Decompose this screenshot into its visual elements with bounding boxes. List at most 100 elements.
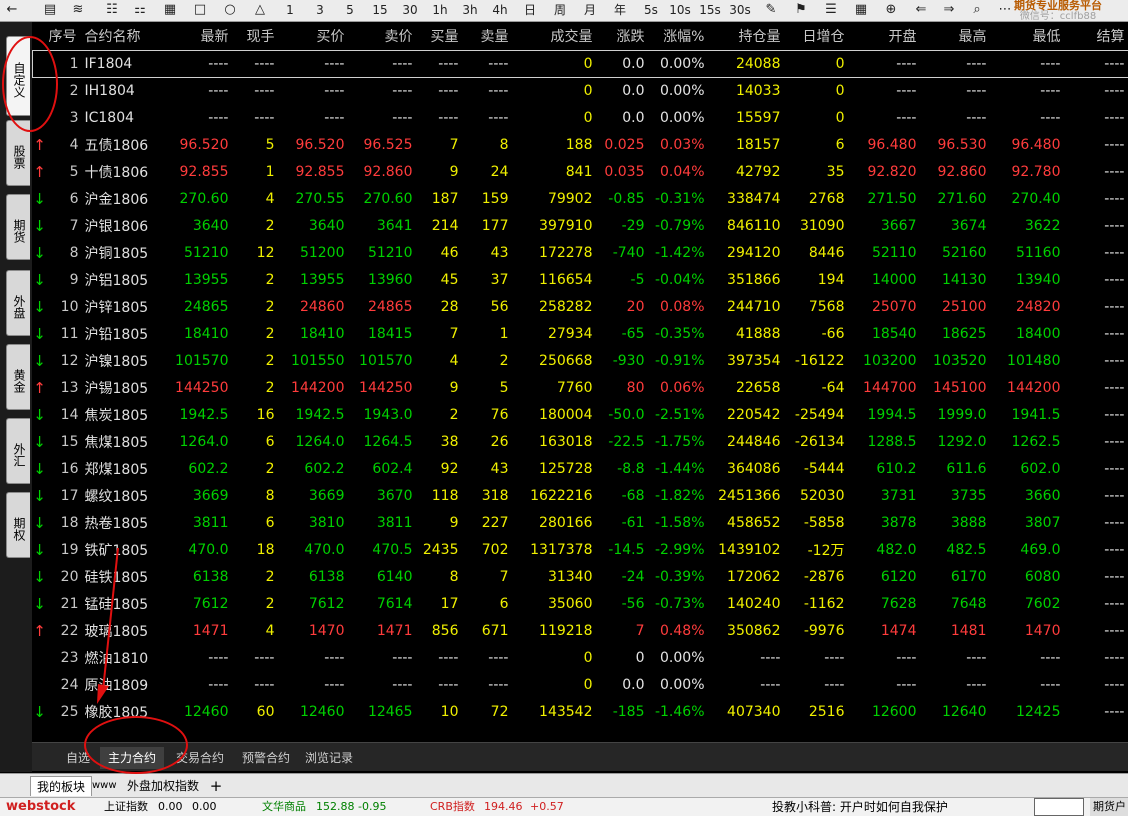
- board-tab-my[interactable]: 我的板块: [30, 776, 92, 796]
- table-row[interactable]: ↓ 14 焦炭1805 1942.5 16 1942.5 1943.0 2 76 180004 -5…: [33, 401, 1128, 428]
- subtab-3[interactable]: 预警合约: [236, 747, 296, 769]
- header-settle[interactable]: 结算: [1065, 22, 1128, 50]
- header-last[interactable]: 最新: [173, 22, 233, 50]
- table-row[interactable]: ↓ 10 沪锌1805 24865 2 24860 24865 28 56 258282 20 0.0…: [33, 293, 1128, 320]
- back-icon[interactable]: ←: [4, 0, 20, 21]
- cell-low: 24820: [1015, 298, 1061, 315]
- notice-link[interactable]: 投教小科普: 开户时如何自我保护: [772, 798, 948, 816]
- period-week[interactable]: 周: [550, 0, 570, 21]
- cell-open: 271.50: [867, 190, 917, 207]
- side-tab-0[interactable]: 自定义: [6, 36, 30, 116]
- period-10s[interactable]: 10s: [668, 0, 692, 21]
- subtab-0[interactable]: 自选: [62, 747, 94, 769]
- header-pct[interactable]: 涨幅%: [649, 22, 709, 50]
- period-30s[interactable]: 30s: [728, 0, 752, 21]
- sector-icon[interactable]: ☷: [104, 0, 120, 21]
- chart-line-icon[interactable]: ≋: [70, 0, 86, 21]
- compare-icon[interactable]: ⚏: [132, 0, 148, 21]
- board-tab-foreign-index[interactable]: 外盘加权指数: [120, 776, 206, 796]
- cell-vol: 1317378: [530, 541, 593, 558]
- header-high[interactable]: 最高: [921, 22, 991, 50]
- header-ask[interactable]: 卖价: [349, 22, 417, 50]
- index2-label[interactable]: 文华商品: [262, 798, 306, 816]
- table-row[interactable]: 1 IF1804 ---- ---- ---- ---- ---- ---- 0 0.0 0.00%…: [32, 49, 1128, 78]
- period-1[interactable]: 1: [282, 0, 298, 21]
- doc-icon[interactable]: ▤: [42, 0, 58, 21]
- header-low[interactable]: 最低: [991, 22, 1065, 50]
- subtab-4[interactable]: 浏览记录: [300, 747, 358, 769]
- header-open[interactable]: 开盘: [849, 22, 921, 50]
- table-row[interactable]: ↓ 15 焦煤1805 1264.0 6 1264.0 1264.5 38 26 163018 -2…: [33, 428, 1128, 455]
- side-tab-4[interactable]: 黄金: [6, 344, 30, 410]
- table-row[interactable]: 2 IH1804 ---- ---- ---- ---- ---- ---- 0 0.0 0.00%…: [33, 77, 1128, 104]
- next-icon[interactable]: ⇒: [940, 0, 958, 21]
- header-bid[interactable]: 买价: [279, 22, 349, 50]
- table-row[interactable]: ↓ 11 沪铅1805 18410 2 18410 18415 7 1 27934 -65 -0.35…: [33, 320, 1128, 347]
- period-month[interactable]: 月: [580, 0, 600, 21]
- period-day[interactable]: 日: [520, 0, 540, 21]
- draw-icon[interactable]: ✎: [762, 0, 780, 21]
- table-row[interactable]: ↓ 25 橡胶1805 12460 60 12460 12465 10 72 143542 -185…: [33, 698, 1128, 725]
- calendar-icon[interactable]: ▦: [162, 0, 178, 21]
- header-bv[interactable]: 买量: [417, 22, 463, 50]
- table-row[interactable]: ↓ 17 螺纹1805 3669 8 3669 3670 118 318 1622216 -68 -1…: [33, 482, 1128, 509]
- header-name[interactable]: 合约名称: [81, 22, 173, 50]
- index3-label[interactable]: CRB指数: [430, 798, 475, 816]
- period-year[interactable]: 年: [610, 0, 630, 21]
- side-tab-6[interactable]: 期权: [6, 492, 30, 558]
- subtab-2[interactable]: 交易合约: [168, 747, 232, 769]
- table-row[interactable]: ↑ 13 沪锡1805 144250 2 144200 144250 9 5 7760 80 0.06…: [33, 374, 1128, 401]
- period-4h[interactable]: 4h: [490, 0, 510, 21]
- header-idx[interactable]: 序号: [47, 22, 81, 50]
- table-row[interactable]: ↓ 6 沪金1806 270.60 4 270.55 270.60 187 159 79902 -0…: [33, 185, 1128, 212]
- side-tab-3[interactable]: 外盘: [6, 270, 30, 336]
- period-15[interactable]: 15: [370, 0, 390, 21]
- table-row[interactable]: ↓ 8 沪铜1805 51210 12 51200 51210 46 43 172278 -740-…: [33, 239, 1128, 266]
- table-row[interactable]: ↓ 9 沪铝1805 13955 2 13955 13960 45 37 116654 -5 -0.0…: [33, 266, 1128, 293]
- period-5s[interactable]: 5s: [640, 0, 662, 21]
- table-row[interactable]: ↓ 18 热卷1805 3811 6 3810 3811 9 227 280166 -61 -1.58…: [33, 509, 1128, 536]
- grid-icon[interactable]: ▦: [852, 0, 870, 21]
- index1-label[interactable]: 上证指数: [104, 798, 148, 816]
- table-row[interactable]: ↑ 5 十债1806 92.855 1 92.855 92.860 9 24 841 0.035 0.…: [33, 158, 1128, 185]
- table-row[interactable]: ↓ 16 郑煤1805 602.2 2 602.2 602.4 92 43 125728 -8.8-…: [33, 455, 1128, 482]
- side-tab-5[interactable]: 外汇: [6, 418, 30, 484]
- account-button[interactable]: 期货户: [1090, 798, 1128, 816]
- header-av[interactable]: 卖量: [463, 22, 513, 50]
- period-1h[interactable]: 1h: [430, 0, 450, 21]
- board-tab-www[interactable]: www: [92, 776, 117, 796]
- period-3h[interactable]: 3h: [460, 0, 480, 21]
- table-row[interactable]: ↓ 20 硅铁1805 6138 2 6138 6140 8 7 31340 -24 -0.39% 17…: [33, 563, 1128, 590]
- search-icon[interactable]: ⌕: [968, 0, 986, 21]
- table-row[interactable]: 3 IC1804 ---- ---- ---- ---- ---- ---- 0 0.0 0.00%…: [33, 104, 1128, 131]
- header-vol[interactable]: 成交量: [513, 22, 597, 50]
- period-3[interactable]: 3: [312, 0, 328, 21]
- circle-icon[interactable]: ○: [222, 0, 238, 21]
- header-chg[interactable]: 涨跌: [597, 22, 649, 50]
- table-row[interactable]: ↓ 19 铁矿1805 470.0 18 470.0 470.5 2435 702 1317378…: [33, 536, 1128, 563]
- table-row[interactable]: ↑ 22 玻璃1805 1471 4 1470 1471 856 671 119218 7 0.48%…: [33, 617, 1128, 644]
- side-tab-2[interactable]: 期货: [6, 194, 30, 260]
- header-doi[interactable]: 日增仓: [785, 22, 849, 50]
- chart-icon[interactable]: △: [252, 0, 268, 21]
- prev-icon[interactable]: ⇐: [912, 0, 930, 21]
- flag-icon[interactable]: ⚑: [792, 0, 810, 21]
- period-15s[interactable]: 15s: [698, 0, 722, 21]
- header-oi[interactable]: 持仓量: [709, 22, 785, 50]
- side-tab-1[interactable]: 股票: [6, 120, 30, 186]
- list-icon[interactable]: ☰: [822, 0, 840, 21]
- header-hand[interactable]: 现手: [233, 22, 279, 50]
- table-row[interactable]: 24 原油1809 ---- ---- ---- ---- ---- ---- 0 0.0 0.00…: [33, 671, 1128, 698]
- add-board-button[interactable]: +: [206, 776, 226, 796]
- table-row[interactable]: ↓ 12 沪镍1805 101570 2 101550 101570 4 2 250668 -930…: [33, 347, 1128, 374]
- table-row[interactable]: 23 燃油1810 ---- ---- ---- ---- ---- ---- 0 0 0.00% -…: [33, 644, 1128, 671]
- table-row[interactable]: ↓ 21 锰硅1805 7612 2 7612 7614 17 6 35060 -56 -0.73% 1…: [33, 590, 1128, 617]
- zoom-in-icon[interactable]: ⊕: [882, 0, 900, 21]
- window-icon[interactable]: □: [192, 0, 208, 21]
- search-box[interactable]: [1034, 798, 1084, 816]
- table-row[interactable]: ↓ 7 沪银1806 3640 2 3640 3641 214 177 397910 -29 -0.7…: [33, 212, 1128, 239]
- period-5[interactable]: 5: [342, 0, 358, 21]
- subtab-1[interactable]: 主力合约: [100, 747, 164, 769]
- table-row[interactable]: ↑ 4 五债1806 96.520 5 96.520 96.525 7 8 188 0.025 0.0…: [33, 131, 1128, 158]
- period-30[interactable]: 30: [400, 0, 420, 21]
